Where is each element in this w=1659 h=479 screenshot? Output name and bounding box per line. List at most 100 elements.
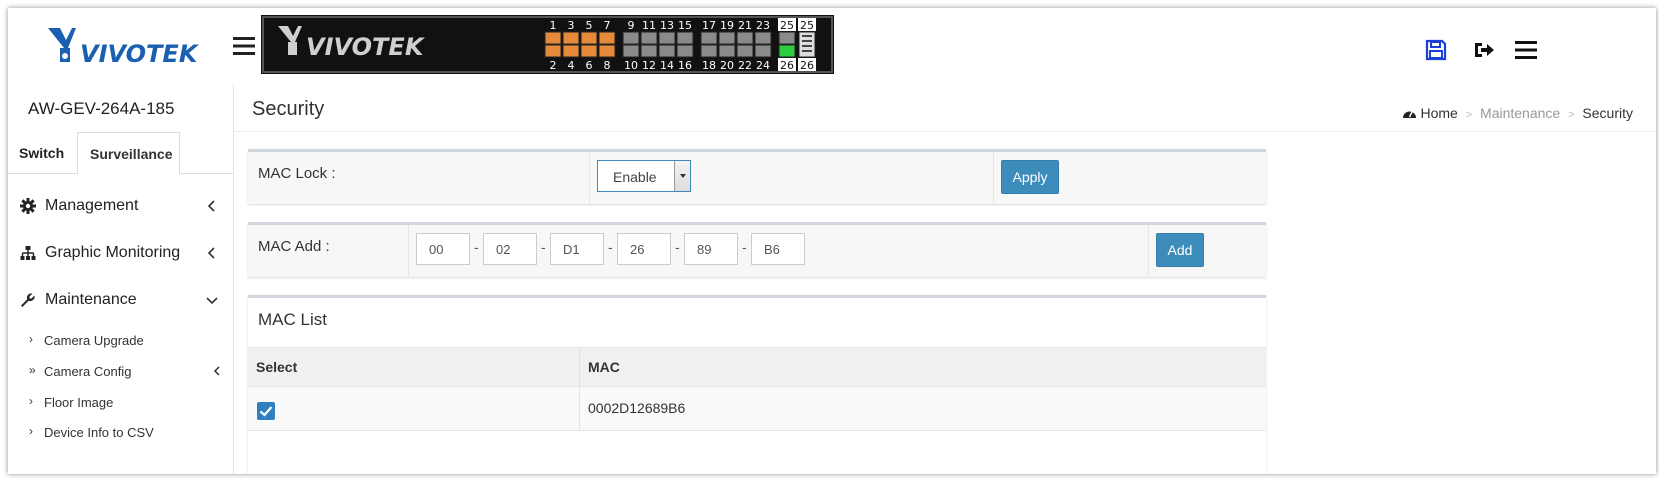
breadcrumb-separator: > [1568, 109, 1575, 121]
mac-lock-select-value: Enable [613, 169, 657, 185]
logout-icon[interactable] [1472, 38, 1496, 62]
tab-surveillance[interactable]: Surveillance [77, 132, 180, 175]
port-label-top: 19 [720, 19, 734, 32]
sidebar-item-label: Management [45, 197, 139, 214]
sidebar-subitem-device-info-csv[interactable]: › Device Info to CSV [8, 417, 234, 447]
mac-separator: - [608, 239, 613, 255]
port-bottom [622, 44, 640, 58]
port-label-top: 9 [628, 19, 635, 32]
dashboard-icon [1402, 110, 1416, 118]
chevron-right-icon: › [29, 424, 33, 438]
breadcrumb: Home > Maintenance > Security [1402, 105, 1633, 121]
save-icon[interactable] [1424, 38, 1448, 62]
sidebar-subitem-camera-upgrade[interactable]: › Camera Upgrade [8, 325, 234, 355]
table-header: Select MAC [248, 347, 1266, 387]
port-top [700, 31, 718, 45]
sidebar-subitem-label: Camera Upgrade [44, 333, 144, 348]
port-label-top: 13 [660, 19, 674, 32]
port-label-top: 23 [756, 19, 770, 32]
cell-divider [589, 152, 590, 204]
mac-cell: 0002D12689B6 [588, 400, 686, 416]
top-bar: VIVOTEK VIVOTEK 1 2 3 4 5 6 7 8 9 10 11 12 13 14 15 16 1… [8, 8, 1656, 85]
port-top [778, 31, 796, 45]
port-label-top: 15 [678, 19, 692, 32]
port-label-bottom: 10 [624, 59, 638, 71]
port-bottom [598, 44, 616, 58]
port-bottom [736, 44, 754, 58]
sidebar: AW-GEV-264A-185 Switch Surveillance Mana… [8, 85, 234, 474]
port-label-top: 17 [702, 19, 716, 32]
column-divider [579, 347, 580, 431]
port-bottom [658, 44, 676, 58]
apply-button[interactable]: Apply [1001, 160, 1059, 194]
main-content: Security Home > Maintenance > Security M… [234, 85, 1656, 474]
chevron-right-icon: › [29, 332, 33, 346]
checkmark-icon [259, 406, 273, 417]
mac-octet-1-input[interactable] [416, 233, 470, 265]
port-link-up [778, 44, 796, 58]
breadcrumb-home[interactable]: Home [1420, 105, 1457, 121]
menu-icon[interactable] [1514, 38, 1538, 62]
mac-lock-select[interactable]: Enable [597, 160, 691, 192]
port-bottom [580, 44, 598, 58]
sidebar-toggle-icon[interactable] [233, 36, 255, 56]
port-label-bottom: 22 [738, 59, 752, 71]
switch-port-panel: VIVOTEK 1 2 3 4 5 6 7 8 9 10 11 12 13 14 15 16 17 18 19 20 2… [261, 15, 834, 74]
port-label-bottom: 8 [604, 59, 611, 71]
mac-separator: - [742, 239, 747, 255]
port-label-bottom: 24 [756, 59, 770, 71]
sidebar-subitem-label: Camera Config [44, 364, 132, 379]
port-label-bottom: 18 [702, 59, 716, 71]
mac-octet-2-input[interactable] [483, 233, 537, 265]
sidebar-item-management[interactable]: Management [8, 183, 234, 230]
port-top [622, 31, 640, 45]
breadcrumb-maintenance[interactable]: Maintenance [1480, 105, 1560, 121]
port-bottom [700, 44, 718, 58]
row-select-checkbox[interactable] [257, 402, 275, 420]
sidebar-subitem-label: Device Info to CSV [44, 425, 154, 440]
sidebar-item-graphic-monitoring[interactable]: Graphic Monitoring [8, 230, 234, 277]
sidebar-subitem-floor-image[interactable]: › Floor Image [8, 387, 234, 417]
app-window: VIVOTEK VIVOTEK 1 2 3 4 5 6 7 8 9 10 11 12 13 14 15 16 1… [8, 8, 1656, 474]
port-bottom [676, 44, 694, 58]
port-top [676, 31, 694, 45]
port-label-top: 11 [642, 19, 656, 32]
dropdown-arrow-icon [674, 161, 690, 191]
add-button[interactable]: Add [1156, 233, 1204, 267]
mac-lock-label: MAC Lock : [258, 165, 336, 182]
mac-octet-4-input[interactable] [617, 233, 671, 265]
cell-divider [993, 152, 994, 204]
vivotek-logo: VIVOTEK [48, 28, 200, 66]
mac-separator: - [675, 239, 680, 255]
sfp-slot-line [802, 40, 812, 42]
port-label-top: 7 [604, 19, 611, 32]
device-name: AW-GEV-264A-185 [28, 99, 175, 118]
mac-octet-3-input[interactable] [550, 233, 604, 265]
sidebar-subitem-label: Floor Image [44, 395, 114, 410]
breadcrumb-current: Security [1582, 105, 1633, 121]
double-chevron-right-icon: » [29, 363, 36, 377]
port-label-bottom: 4 [568, 59, 575, 71]
port-label-bottom: 14 [660, 59, 674, 71]
port-top [640, 31, 658, 45]
tab-switch[interactable]: Switch [19, 132, 79, 174]
mac-separator: - [474, 239, 479, 255]
sidebar-subitem-camera-config[interactable]: » Camera Config [8, 356, 234, 386]
panel-model-text: VIVOTEK [306, 33, 426, 61]
chevron-left-icon [207, 247, 215, 259]
port-top [562, 31, 580, 45]
table-row: 0002D12689B6 [248, 387, 1266, 431]
port-bottom [718, 44, 736, 58]
port-label-bottom: 16 [678, 59, 692, 71]
port-label-bottom: 20 [720, 59, 734, 71]
cell-divider [408, 225, 409, 277]
mac-octet-6-input[interactable] [751, 233, 805, 265]
chevron-left-icon [213, 366, 220, 376]
wrench-icon [21, 293, 35, 307]
breadcrumb-separator: > [1465, 109, 1473, 121]
page-title: Security [252, 98, 325, 120]
sidebar-item-label: Graphic Monitoring [45, 244, 181, 261]
mac-list-panel: MAC List Select MAC 0002D12689B6 [248, 295, 1266, 474]
sidebar-item-maintenance[interactable]: Maintenance [8, 277, 234, 324]
mac-octet-5-input[interactable] [684, 233, 738, 265]
